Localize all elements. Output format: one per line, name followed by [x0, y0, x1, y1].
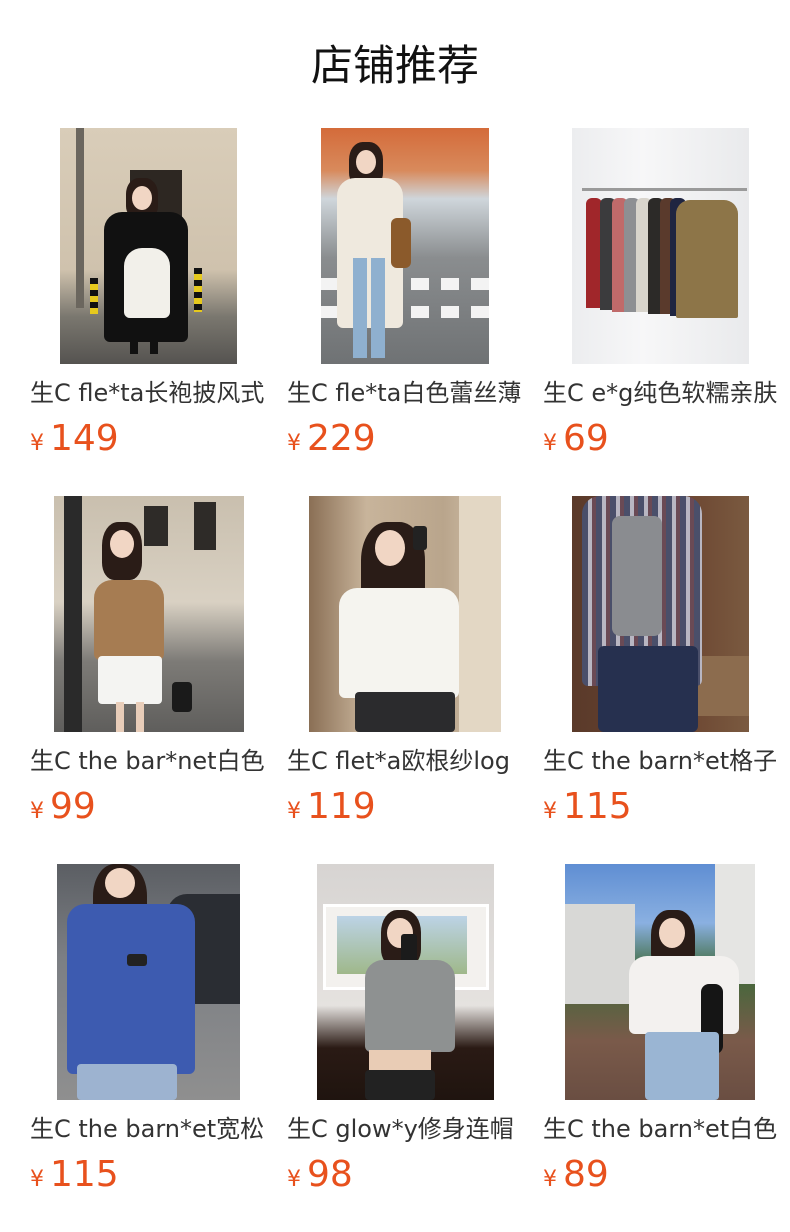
product-title[interactable]: 生C fle*ta长袍披风式: [30, 376, 270, 410]
price-value: 149: [50, 418, 119, 459]
product-card[interactable]: 生C fle*ta白色蕾丝薄 ¥229: [287, 128, 527, 468]
product-image[interactable]: [572, 496, 749, 732]
currency-symbol: ¥: [30, 431, 44, 456]
product-image-wrap[interactable]: [287, 864, 527, 1100]
currency-symbol: ¥: [287, 799, 301, 824]
price-value: 69: [563, 418, 609, 459]
currency-symbol: ¥: [543, 1167, 557, 1192]
currency-symbol: ¥: [543, 799, 557, 824]
product-image-wrap[interactable]: [543, 496, 783, 732]
product-price: ¥89: [543, 1154, 609, 1196]
currency-symbol: ¥: [287, 431, 301, 456]
product-image[interactable]: [565, 864, 755, 1100]
price-value: 89: [563, 1154, 609, 1195]
price-value: 115: [563, 786, 632, 827]
price-value: 229: [307, 418, 376, 459]
product-image-wrap[interactable]: [543, 128, 783, 364]
product-image[interactable]: [57, 864, 240, 1100]
product-title[interactable]: 生C e*g纯色软糯亲肤: [543, 376, 783, 410]
product-image[interactable]: [309, 496, 501, 732]
product-image-wrap[interactable]: [30, 128, 270, 364]
product-image[interactable]: [54, 496, 244, 732]
product-image[interactable]: [321, 128, 489, 364]
currency-symbol: ¥: [543, 431, 557, 456]
product-image[interactable]: [60, 128, 237, 364]
product-title[interactable]: 生C the barn*et白色: [543, 1112, 783, 1146]
price-value: 119: [307, 786, 376, 827]
product-grid: 生C fle*ta长袍披风式 ¥149 生C fle*ta白色蕾丝薄 ¥229: [0, 0, 790, 1232]
product-card[interactable]: 生C the barn*et宽松 ¥115: [30, 864, 270, 1204]
product-price: ¥119: [287, 786, 376, 828]
product-price: ¥229: [287, 418, 376, 460]
currency-symbol: ¥: [30, 1167, 44, 1192]
product-title[interactable]: 生C the bar*net白色: [30, 744, 270, 778]
product-image-wrap[interactable]: [543, 864, 783, 1100]
product-card[interactable]: 生C flet*a欧根纱log ¥119: [287, 496, 527, 836]
product-image-wrap[interactable]: [287, 128, 527, 364]
price-value: 115: [50, 1154, 119, 1195]
product-price: ¥115: [543, 786, 632, 828]
currency-symbol: ¥: [30, 799, 44, 824]
product-image-wrap[interactable]: [30, 864, 270, 1100]
product-card[interactable]: 生C fle*ta长袍披风式 ¥149: [30, 128, 270, 468]
price-value: 99: [50, 786, 96, 827]
product-image-wrap[interactable]: [287, 496, 527, 732]
product-image[interactable]: [317, 864, 494, 1100]
price-value: 98: [307, 1154, 353, 1195]
product-price: ¥115: [30, 1154, 119, 1196]
currency-symbol: ¥: [287, 1167, 301, 1192]
product-image[interactable]: [572, 128, 749, 364]
product-price: ¥98: [287, 1154, 353, 1196]
product-price: ¥99: [30, 786, 96, 828]
product-card[interactable]: 生C the barn*et白色 ¥89: [543, 864, 783, 1204]
product-image-wrap[interactable]: [30, 496, 270, 732]
product-card[interactable]: 生C the barn*et格子 ¥115: [543, 496, 783, 836]
product-title[interactable]: 生C flet*a欧根纱log: [287, 744, 527, 778]
product-price: ¥149: [30, 418, 119, 460]
product-title[interactable]: 生C the barn*et宽松: [30, 1112, 270, 1146]
product-card[interactable]: 生C glow*y修身连帽 ¥98: [287, 864, 527, 1204]
product-card[interactable]: 生C the bar*net白色 ¥99: [30, 496, 270, 836]
product-title[interactable]: 生C glow*y修身连帽: [287, 1112, 527, 1146]
product-price: ¥69: [543, 418, 609, 460]
product-title[interactable]: 生C fle*ta白色蕾丝薄: [287, 376, 527, 410]
product-title[interactable]: 生C the barn*et格子: [543, 744, 783, 778]
product-card[interactable]: 生C e*g纯色软糯亲肤 ¥69: [543, 128, 783, 468]
